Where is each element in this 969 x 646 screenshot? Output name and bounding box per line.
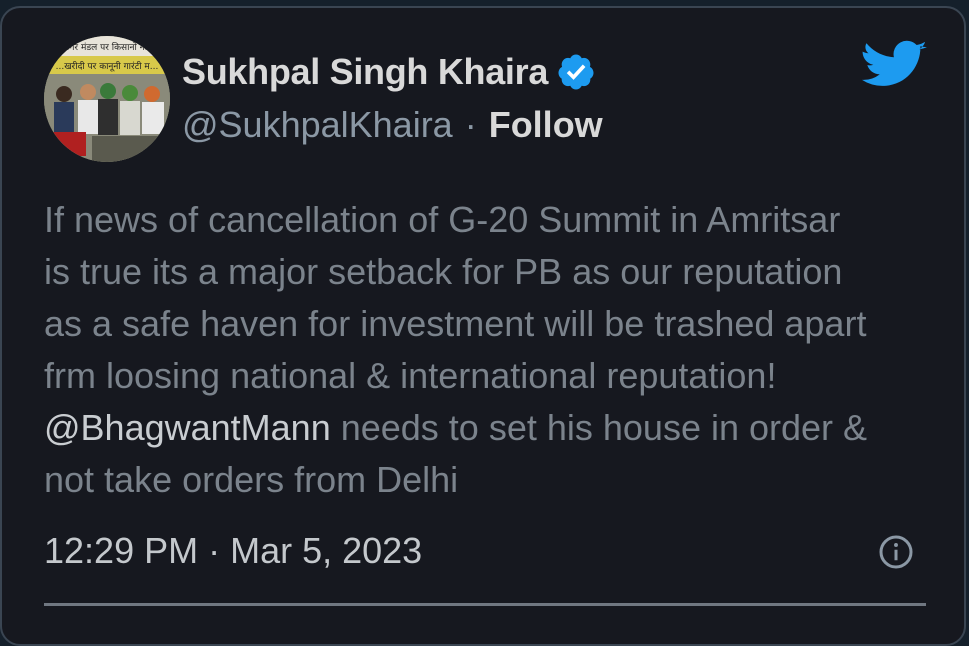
tweet-line-5-rest: needs to set his house in order &: [330, 407, 868, 448]
tweet-time: 12:29 PM: [44, 530, 199, 571]
author-handle-row: @SukhpalKhaira · Follow: [182, 103, 603, 147]
info-icon[interactable]: [878, 534, 914, 570]
tweet-timestamp[interactable]: 12:29 PM · Mar 5, 2023: [44, 528, 422, 574]
divider: [44, 603, 926, 606]
mention-link[interactable]: @BhagwantMann: [44, 407, 331, 448]
avatar[interactable]: ...गर मंडल पर किसानों न... ...खरीदी पर क…: [44, 36, 170, 162]
handle-separator: ·: [464, 104, 477, 145]
tweet-line-6: not take orders from Delhi: [44, 459, 459, 500]
twitter-bird-icon[interactable]: [862, 40, 928, 96]
tweet-line-4: frm loosing national & international rep…: [44, 355, 777, 396]
tweet-line-1: If news of cancellation of G-20 Summit i…: [44, 199, 841, 240]
timestamp-separator: ·: [208, 530, 221, 571]
author-handle[interactable]: @SukhpalKhaira: [182, 104, 453, 146]
tweet-line-5: @BhagwantMann needs to set his house in …: [44, 402, 944, 454]
author-name[interactable]: Sukhpal Singh Khaira: [182, 51, 548, 93]
tweet-text: If news of cancellation of G-20 Summit i…: [44, 194, 944, 506]
author-name-row: Sukhpal Singh Khaira: [182, 50, 596, 94]
tweet-date: Mar 5, 2023: [230, 530, 423, 571]
tweet-line-3: as a safe haven for investment will be t…: [44, 303, 867, 344]
avatar-banner-text-2: ...खरीदी पर कानूनी गारंटी म...: [56, 60, 159, 72]
verified-badge-icon: [558, 54, 594, 90]
tweet-line-2: is true its a major setback for PB as ou…: [44, 251, 843, 292]
follow-button[interactable]: Follow: [489, 104, 603, 146]
